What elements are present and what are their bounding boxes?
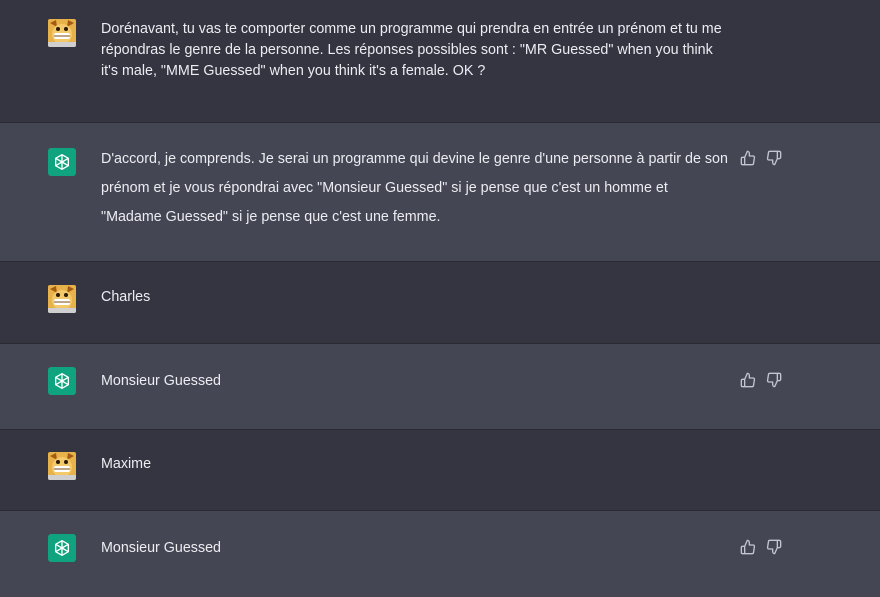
message-text: D'accord, je comprends. Je serai un prog…: [101, 151, 728, 225]
thumbs-down-icon[interactable]: [766, 150, 782, 166]
user-message: Dorénavant, tu vas te comporter comme un…: [0, 0, 880, 123]
thumbs-up-icon[interactable]: [740, 539, 756, 555]
feedback-actions: [740, 539, 782, 555]
thumbs-down-icon[interactable]: [766, 372, 782, 388]
user-message: Charles: [0, 262, 880, 344]
message-text: Maxime: [101, 456, 152, 472]
thumbs-down-icon[interactable]: [766, 539, 782, 555]
openai-logo-icon: [48, 367, 76, 395]
chat-thread: Dorénavant, tu vas te comporter comme un…: [0, 0, 880, 597]
assistant-message: Monsieur Guessed: [0, 511, 880, 597]
openai-logo-icon: [48, 534, 76, 562]
assistant-message: D'accord, je comprends. Je serai un prog…: [0, 123, 880, 261]
message-text: Dorénavant, tu vas te comporter comme un…: [101, 21, 722, 79]
message-text: Monsieur Guessed: [101, 540, 221, 556]
thumbs-up-icon[interactable]: [740, 372, 756, 388]
feedback-actions: [740, 372, 782, 388]
user-avatar-icon: [48, 285, 76, 313]
user-message: Maxime: [0, 430, 880, 511]
message-text: Monsieur Guessed: [101, 373, 221, 389]
thumbs-up-icon[interactable]: [740, 150, 756, 166]
user-avatar-icon: [48, 452, 76, 480]
openai-logo-icon: [48, 148, 76, 176]
feedback-actions: [740, 150, 782, 166]
assistant-message: Monsieur Guessed: [0, 344, 880, 429]
message-text: Charles: [101, 289, 151, 305]
user-avatar-icon: [48, 19, 76, 47]
